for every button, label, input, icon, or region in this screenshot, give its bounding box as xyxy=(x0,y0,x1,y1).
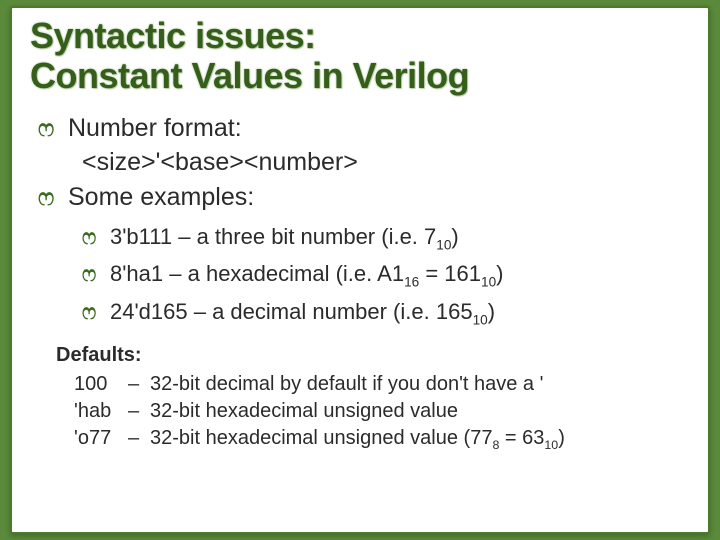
default-text-b: = 63 xyxy=(499,427,544,449)
example-1: ෆ3'b111 – a three bit number (i.e. 710) xyxy=(82,221,690,253)
example-desc-b: = 161 xyxy=(419,261,481,286)
bullet-some-examples: ෆSome examples: xyxy=(38,180,690,215)
example-desc-c: ) xyxy=(496,261,503,286)
bullet-icon: ෆ xyxy=(82,260,110,290)
subscript: 16 xyxy=(404,275,419,290)
bullet-icon: ෆ xyxy=(38,113,68,146)
dash: – xyxy=(128,371,150,398)
title-line-2: Constant Values in Verilog xyxy=(30,55,469,96)
example-2: ෆ8'ha1 – a hexadecimal (i.e. A116 = 1611… xyxy=(82,258,690,290)
example-3: ෆ24'd165 – a decimal number (i.e. 16510) xyxy=(82,296,690,328)
example-desc-b: ) xyxy=(488,299,495,324)
bullet-icon: ෆ xyxy=(82,298,110,328)
bullet-icon: ෆ xyxy=(82,223,110,253)
subscript: 10 xyxy=(473,312,488,327)
defaults-block: Defaults: 100–32-bit decimal by default … xyxy=(56,344,690,452)
dash: – xyxy=(128,425,150,452)
defaults-heading: Defaults: xyxy=(56,344,690,367)
default-row-3: 'o77–32-bit hexadecimal unsigned value (… xyxy=(74,425,690,452)
subscript: 10 xyxy=(481,275,496,290)
example-code: 8'ha1 xyxy=(110,261,163,286)
dash: – xyxy=(128,398,150,425)
default-row-1: 100–32-bit decimal by default if you don… xyxy=(74,371,690,398)
default-text: 32-bit hexadecimal unsigned value xyxy=(150,400,458,422)
title-line-1: Syntactic issues: xyxy=(30,15,316,56)
default-key: 'hab xyxy=(74,398,128,425)
default-text-a: 32-bit hexadecimal unsigned value (77 xyxy=(150,427,492,449)
slide-title: Syntactic issues: Constant Values in Ver… xyxy=(30,16,690,97)
example-code: 3'b111 xyxy=(110,224,172,249)
example-code: 24'd165 xyxy=(110,299,188,324)
example-desc-a: – a three bit number (i.e. 7 xyxy=(172,224,436,249)
slide: Syntactic issues: Constant Values in Ver… xyxy=(10,6,710,534)
example-desc-a: – a hexadecimal (i.e. A1 xyxy=(163,261,404,286)
subscript: 10 xyxy=(544,438,558,452)
format-syntax: <size>'<base><number> xyxy=(82,145,690,180)
text: Some examples: xyxy=(68,183,254,211)
bullet-number-format: ෆNumber format: <size>'<base><number> xyxy=(38,111,690,180)
default-key: 'o77 xyxy=(74,425,128,452)
default-key: 100 xyxy=(74,371,128,398)
example-desc-b: ) xyxy=(451,224,458,249)
example-desc-a: – a decimal number (i.e. 165 xyxy=(188,299,473,324)
slide-body: ෆNumber format: <size>'<base><number> ෆS… xyxy=(30,111,690,452)
bullet-icon: ෆ xyxy=(38,182,68,215)
default-text-c: ) xyxy=(558,427,565,449)
default-row-2: 'hab–32-bit hexadecimal unsigned value xyxy=(74,398,690,425)
subscript: 10 xyxy=(436,237,451,252)
text: Number format: xyxy=(68,114,242,142)
default-text: 32-bit decimal by default if you don't h… xyxy=(150,373,543,395)
